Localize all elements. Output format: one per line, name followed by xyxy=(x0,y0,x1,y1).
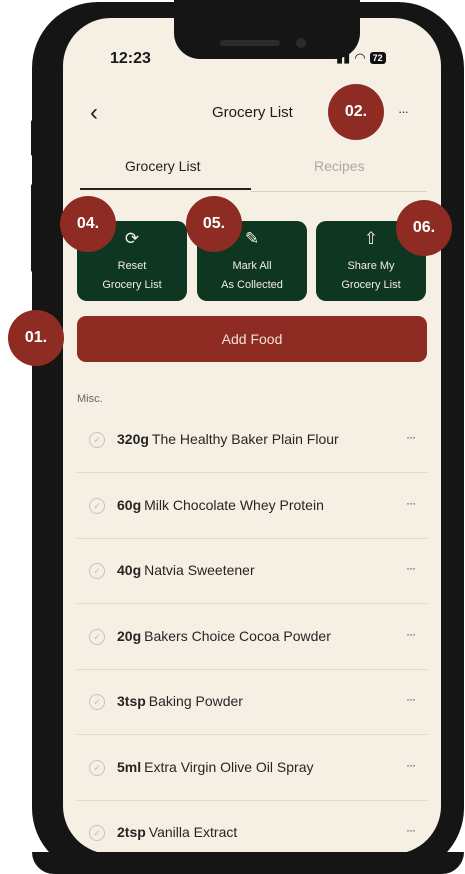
tab-divider xyxy=(251,191,427,192)
list-item[interactable]: ✓ 3tsp Baking Powder ··· xyxy=(77,670,427,735)
tab-recipes[interactable]: Recipes xyxy=(314,158,365,174)
annotation-badge-04: 04. xyxy=(60,196,116,252)
page-title: Grocery List xyxy=(212,104,293,121)
notch xyxy=(174,0,360,59)
item-name: Baking Powder xyxy=(148,693,243,709)
list-item[interactable]: ✓ 5ml Extra Virgin Olive Oil Spray ··· xyxy=(77,736,427,801)
more-options-icon[interactable]: ··· xyxy=(406,430,416,444)
annotation-badge-01: 01. xyxy=(8,310,64,366)
item-name: Natvia Sweetener xyxy=(144,562,255,578)
side-button xyxy=(31,184,37,272)
checkmark-icon[interactable]: ✓ xyxy=(89,498,105,514)
more-options-icon[interactable]: ··· xyxy=(406,496,416,510)
more-options-icon[interactable]: ··· xyxy=(406,561,416,575)
list-item[interactable]: ✓ 40g Natvia Sweetener ··· xyxy=(77,539,427,604)
battery-icon: 72 xyxy=(369,52,386,64)
more-options-icon[interactable]: ··· xyxy=(406,692,416,706)
more-options-icon[interactable]: ··· xyxy=(406,758,416,772)
phone-frame-bottom xyxy=(32,852,464,874)
checkmark-icon[interactable]: ✓ xyxy=(89,694,105,710)
status-time: 12:23 xyxy=(110,50,151,67)
button-label: Reset xyxy=(117,260,147,272)
button-label: Share My xyxy=(347,260,395,272)
active-tab-indicator xyxy=(80,188,251,190)
more-options-icon[interactable]: ··· xyxy=(406,627,416,641)
more-options-icon[interactable]: ··· xyxy=(406,823,416,837)
item-name: Vanilla Extract xyxy=(148,824,238,840)
item-name: The Healthy Baker Plain Flour xyxy=(151,431,339,447)
divider xyxy=(77,603,427,604)
wifi-icon: ◠ xyxy=(354,50,366,65)
item-quantity: 320g xyxy=(117,431,149,447)
list-item[interactable]: ✓ 60g Milk Chocolate Whey Protein ··· xyxy=(77,474,427,539)
checkmark-icon[interactable]: ✓ xyxy=(89,563,105,579)
speaker-grille xyxy=(220,40,280,46)
side-button xyxy=(31,120,37,156)
section-label: Misc. xyxy=(77,393,103,405)
item-quantity: 3tsp xyxy=(117,693,146,709)
annotation-badge-06: 06. xyxy=(396,200,452,256)
annotation-badge-02: 02. xyxy=(328,84,384,140)
button-label: Mark All xyxy=(232,260,272,272)
list-item[interactable]: ✓ 320g The Healthy Baker Plain Flour ··· xyxy=(77,408,427,473)
add-food-button[interactable]: Add Food xyxy=(77,316,427,362)
item-name: Bakers Choice Cocoa Powder xyxy=(144,628,331,644)
divider xyxy=(77,734,427,735)
checkmark-icon[interactable]: ✓ xyxy=(89,760,105,776)
annotation-badge-05: 05. xyxy=(186,196,242,252)
chevron-left-icon[interactable]: ‹ xyxy=(90,99,98,127)
checkmark-icon[interactable]: ✓ xyxy=(89,629,105,645)
button-label: Grocery List xyxy=(102,279,162,291)
tab-grocery-list[interactable]: Grocery List xyxy=(125,158,200,174)
checkmark-icon[interactable]: ✓ xyxy=(89,432,105,448)
checkmark-icon[interactable]: ✓ xyxy=(89,825,105,841)
button-label: As Collected xyxy=(221,279,283,291)
list-item[interactable]: ✓ 20g Bakers Choice Cocoa Powder ··· xyxy=(77,605,427,670)
item-quantity: 5ml xyxy=(117,759,142,775)
item-name: Milk Chocolate Whey Protein xyxy=(144,497,324,513)
item-quantity: 20g xyxy=(117,628,142,644)
front-camera xyxy=(296,38,306,48)
item-name: Extra Virgin Olive Oil Spray xyxy=(144,759,314,775)
divider xyxy=(77,472,427,473)
item-quantity: 40g xyxy=(117,562,142,578)
more-options-icon[interactable]: ··· xyxy=(398,104,409,119)
item-quantity: 60g xyxy=(117,497,142,513)
item-quantity: 2tsp xyxy=(117,824,146,840)
button-label: Grocery List xyxy=(341,279,401,291)
